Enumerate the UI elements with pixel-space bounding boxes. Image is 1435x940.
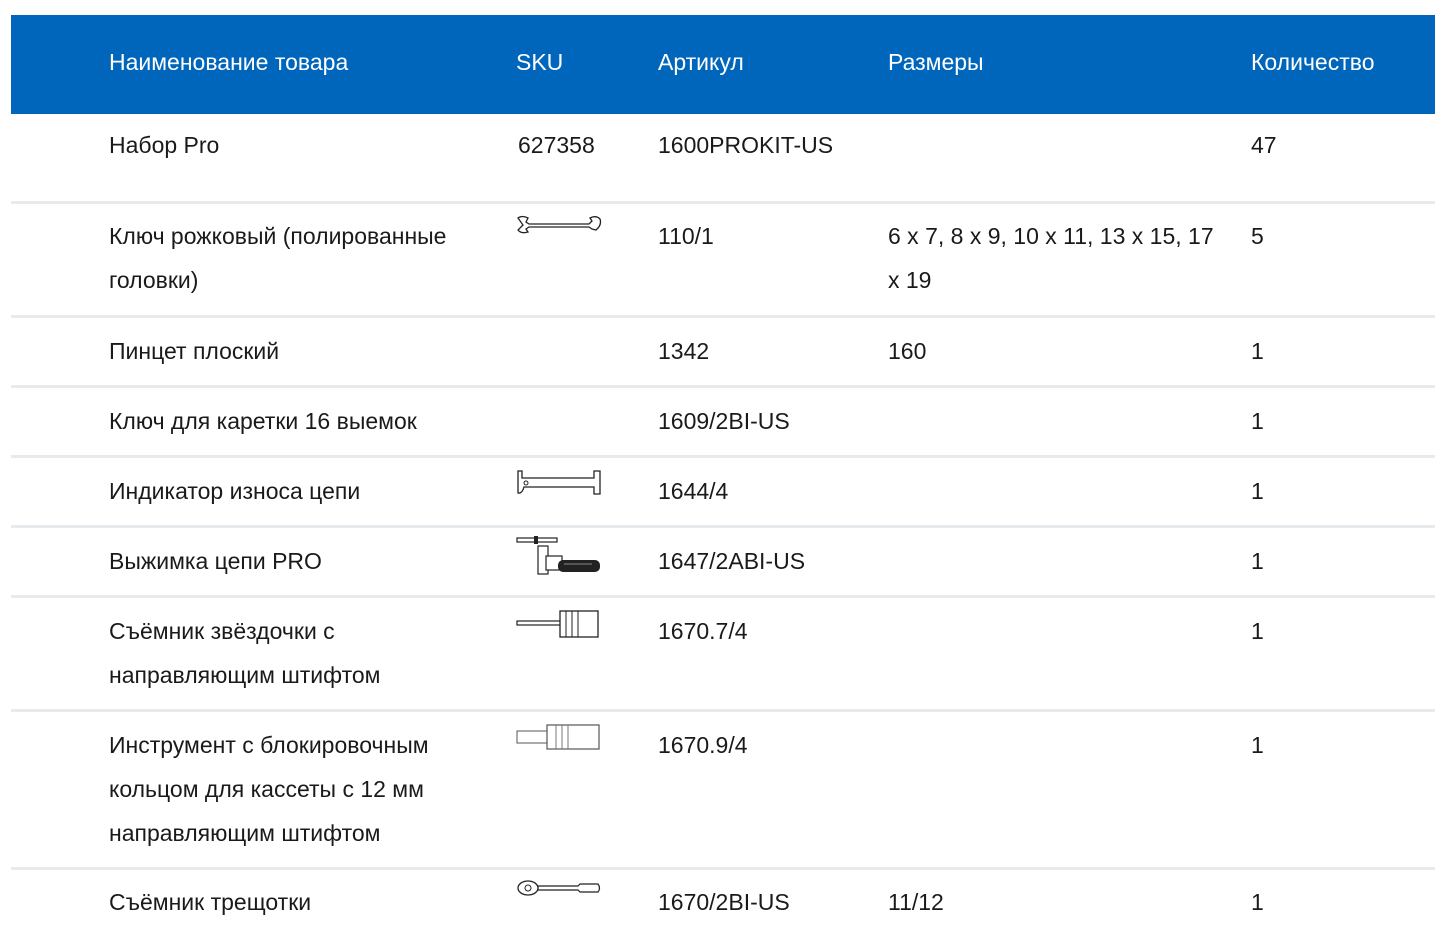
row-qty: 1 [1251, 889, 1264, 915]
row-qty: 47 [1251, 132, 1277, 158]
row-name: Ключ для каретки 16 выемок [109, 408, 417, 434]
header-qty: Количество [1251, 49, 1375, 75]
header-sku: SKU [516, 49, 564, 75]
table-row: Выжимка цепи PRO 1647/2ABI-US 1 [11, 528, 1435, 598]
table-row: Съёмник звёздочки с направляющим штифтом… [11, 598, 1435, 712]
header-name: Наименование товара [109, 49, 349, 75]
row-article: 1600PROKIT-US [658, 132, 834, 158]
chain-tool-icon [516, 536, 602, 580]
product-table: Наименование товара SKU Артикул Размеры … [11, 15, 1435, 940]
table-row: Набор Pro 627358 1600PROKIT-US 47 [11, 114, 1435, 204]
row-name: Пинцет плоский [109, 338, 280, 364]
row-article: 1644/4 [658, 478, 729, 504]
row-name: Съёмник звёздочки с направляющим штифтом [109, 618, 381, 688]
row-article: 110/1 [658, 223, 714, 249]
row-name: Индикатор износа цепи [109, 478, 361, 504]
table-row: Индикатор износа цепи 1644/4 1 [11, 458, 1435, 528]
row-qty: 5 [1251, 223, 1264, 249]
row-sizes: 160 [888, 338, 927, 364]
row-qty: 1 [1251, 478, 1264, 504]
row-sku: 627358 [518, 132, 595, 158]
table-header: Наименование товара SKU Артикул Размеры … [11, 15, 1435, 114]
row-qty: 1 [1251, 618, 1264, 644]
row-name: Съёмник трещотки [109, 889, 312, 915]
table-row: Инструмент с блокировочным кольцом для к… [11, 712, 1435, 870]
row-qty: 1 [1251, 732, 1264, 758]
row-sizes: 11/12 [888, 889, 944, 915]
table-row: Съёмник трещотки 1670/2BI-US 11/12 1 [11, 870, 1435, 940]
row-sizes: 6 x 7, 8 x 9, 10 x 11, 13 x 15, 17 x 19 [888, 223, 1214, 293]
row-qty: 1 [1251, 548, 1264, 574]
table-row: Ключ для каретки 16 выемок 1609/2BI-US 1 [11, 388, 1435, 458]
row-article: 1609/2BI-US [658, 408, 790, 434]
row-article: 1670.9/4 [658, 732, 748, 758]
row-name: Ключ рожковый (полированные головки) [109, 223, 447, 293]
row-article: 1670.7/4 [658, 618, 748, 644]
lockring-tool-icon [516, 723, 602, 751]
row-qty: 1 [1251, 338, 1264, 364]
table-row: Пинцет плоский 1342 160 1 [11, 318, 1435, 388]
header-article: Артикул [658, 49, 744, 75]
chain-wear-indicator-icon [516, 469, 602, 497]
table-row: Ключ рожковый (полированные головки) 110… [11, 204, 1435, 318]
open-end-wrench-icon [516, 214, 602, 236]
row-qty: 1 [1251, 408, 1264, 434]
row-article: 1670/2BI-US [658, 889, 790, 915]
ratchet-remover-icon [516, 878, 602, 898]
row-name: Выжимка цепи PRO [109, 548, 322, 574]
row-name: Набор Pro [109, 132, 220, 158]
row-article: 1647/2ABI-US [658, 548, 806, 574]
row-name: Инструмент с блокировочным кольцом для к… [109, 732, 429, 846]
header-sizes: Размеры [888, 49, 984, 75]
row-article: 1342 [658, 338, 710, 364]
sprocket-remover-icon [516, 609, 602, 639]
